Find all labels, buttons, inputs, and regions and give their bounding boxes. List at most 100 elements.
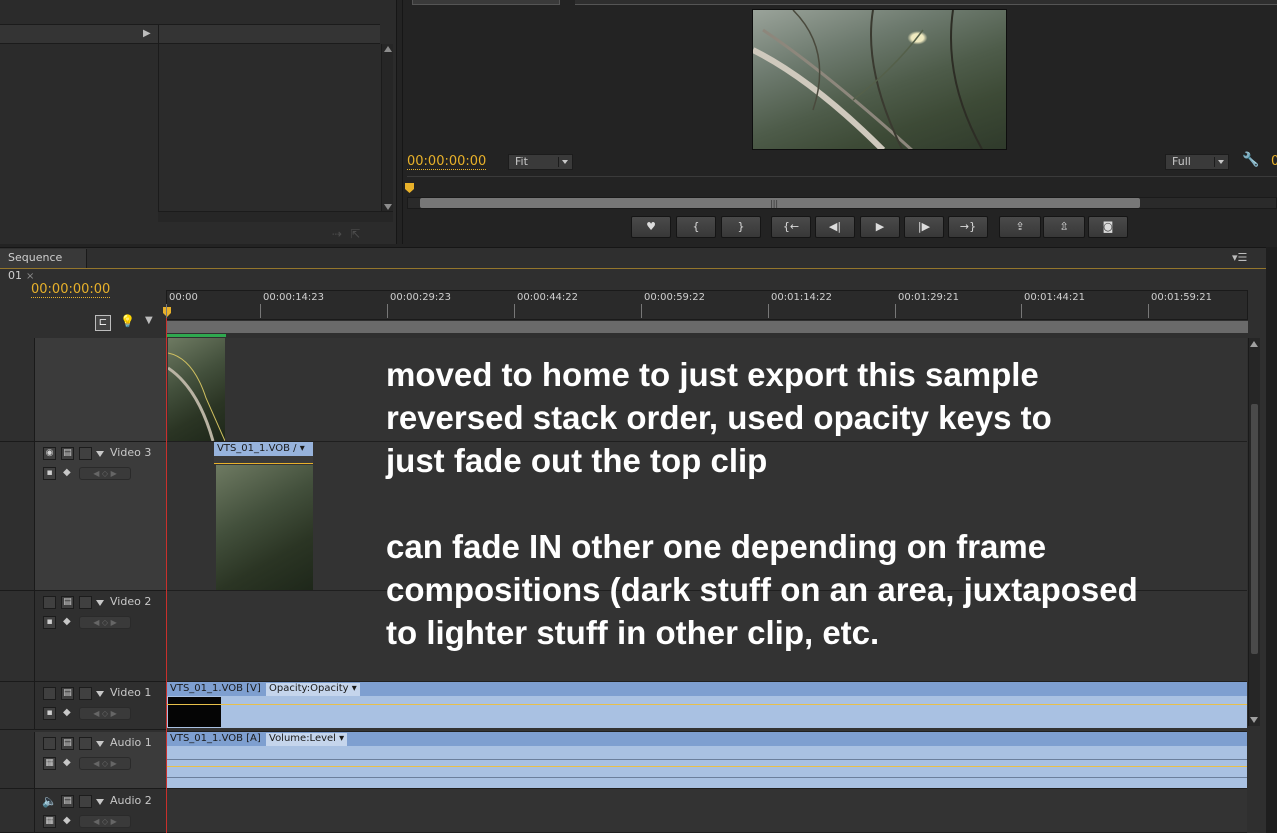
- waveform-icon[interactable]: ▦: [43, 815, 56, 828]
- mark-out-button[interactable]: }: [721, 216, 761, 238]
- timeline-time-ruler[interactable]: [166, 290, 1248, 320]
- mute-toggle[interactable]: [43, 737, 56, 750]
- mark-in-button[interactable]: {: [676, 216, 716, 238]
- video3-clip-label[interactable]: VTS_01_1.VOB / ▾: [214, 442, 313, 456]
- bin-icon[interactable]: ⇱: [350, 227, 368, 241]
- track-header-video4[interactable]: [35, 338, 166, 442]
- lock-icon[interactable]: ▤: [61, 795, 74, 808]
- chevron-right-icon[interactable]: ▶: [143, 28, 151, 39]
- keyframe-icon[interactable]: ◆: [63, 815, 71, 826]
- audio1-effect-select[interactable]: Volume:Level ▾: [266, 733, 348, 746]
- clip-name: VTS_01_1.VOB: [217, 443, 290, 454]
- video3-clip-thumbnail[interactable]: [216, 465, 313, 590]
- program-tab[interactable]: [412, 0, 560, 5]
- playback-resolution-select[interactable]: Full: [1165, 154, 1229, 170]
- step-back-button[interactable]: ◀|: [815, 216, 855, 238]
- keyframe-navigator[interactable]: ◀ ◇ ▶: [79, 707, 131, 720]
- lock-icon[interactable]: ▤: [61, 737, 74, 750]
- video1-clip-body[interactable]: [167, 696, 1247, 728]
- zoom-level-select[interactable]: Fit: [508, 154, 573, 170]
- eye-toggle[interactable]: [43, 596, 56, 609]
- wrench-icon[interactable]: 🔧: [1242, 152, 1259, 168]
- scroll-down-icon[interactable]: [1250, 717, 1258, 723]
- keyframe-navigator[interactable]: ◀ ◇ ▶: [79, 616, 131, 629]
- keyframe-icon[interactable]: ◆: [63, 616, 71, 627]
- add-marker-button[interactable]: ♥: [631, 216, 671, 238]
- chevron-down-icon[interactable]: [96, 451, 104, 457]
- track-name-audio2: Audio 2: [110, 794, 152, 807]
- keyframe-display-icon[interactable]: ▪: [43, 707, 56, 720]
- export-frame-button[interactable]: ◙: [1088, 216, 1128, 238]
- lock-icon[interactable]: ▤: [61, 687, 74, 700]
- keyframe-icon[interactable]: ◆: [63, 757, 71, 768]
- keyframe-display-icon[interactable]: ▪: [43, 467, 56, 480]
- ruler-tick-label: 00:00: [169, 292, 198, 303]
- lightbulb-icon[interactable]: 💡: [120, 314, 135, 328]
- video1-black-frame: [168, 697, 221, 727]
- waveform-icon[interactable]: ▦: [43, 757, 56, 770]
- opacity-rubberband[interactable]: [167, 704, 1247, 705]
- automate-icon[interactable]: ⇢: [332, 227, 350, 241]
- close-icon[interactable]: ×: [26, 271, 34, 282]
- lift-button[interactable]: ⇪: [999, 216, 1041, 238]
- chevron-down-icon[interactable]: [96, 691, 104, 697]
- project-vertical-scrollbar[interactable]: [381, 44, 393, 212]
- track-name-video3: Video 3: [110, 446, 152, 459]
- snap-icon[interactable]: ⊏: [95, 315, 111, 331]
- program-zoom-scroll-thumb[interactable]: [420, 198, 1140, 208]
- ruler-tick-label: 00:00:29:23: [390, 292, 452, 303]
- volume-rubberband[interactable]: [167, 766, 1247, 767]
- audio1-clip-body[interactable]: [167, 746, 1247, 788]
- marker-icon[interactable]: ▼: [145, 315, 153, 326]
- track-header-video3[interactable]: [35, 442, 166, 591]
- track-gutter: [0, 442, 35, 591]
- target-toggle[interactable]: [79, 596, 92, 609]
- program-timecode[interactable]: 00:00:00:00: [407, 154, 487, 170]
- chevron-down-icon[interactable]: [96, 600, 104, 606]
- window-edge: [1266, 247, 1277, 833]
- extract-button[interactable]: ⇫: [1043, 216, 1085, 238]
- video4-clip-thumbnail[interactable]: [167, 338, 226, 442]
- chevron-down-icon: [1214, 157, 1226, 167]
- target-toggle[interactable]: [79, 737, 92, 750]
- video1-effect-select[interactable]: Opacity:Opacity ▾: [266, 683, 360, 696]
- target-toggle[interactable]: [79, 795, 92, 808]
- target-toggle[interactable]: [79, 687, 92, 700]
- go-to-out-button[interactable]: →}: [948, 216, 988, 238]
- chevron-down-icon[interactable]: [96, 799, 104, 805]
- keyframe-icon[interactable]: ◆: [63, 707, 71, 718]
- track-name-audio1: Audio 1: [110, 736, 152, 749]
- program-video-frame: [752, 9, 1007, 150]
- lock-icon[interactable]: ▤: [61, 596, 74, 609]
- chevron-down-icon[interactable]: / ▾: [293, 443, 305, 454]
- project-horizontal-scrollbar[interactable]: [158, 211, 393, 222]
- keyframe-navigator[interactable]: ◀ ◇ ▶: [79, 467, 131, 480]
- eye-icon[interactable]: ◉: [43, 447, 56, 460]
- tab-sequence-01[interactable]: Sequence 01 ×: [0, 249, 87, 282]
- keyframe-display-icon[interactable]: ▪: [43, 616, 56, 629]
- target-toggle[interactable]: [79, 447, 92, 460]
- lock-icon[interactable]: ▤: [61, 447, 74, 460]
- scroll-up-icon[interactable]: [1250, 341, 1258, 347]
- keyframe-icon[interactable]: ◆: [63, 467, 71, 478]
- panel-menu-icon[interactable]: ▾☰: [1232, 251, 1247, 264]
- step-back-icon: ◀|: [828, 220, 842, 233]
- work-area-bar[interactable]: [166, 321, 1248, 333]
- project-list-header[interactable]: [0, 24, 380, 44]
- track-lane-audio2[interactable]: [167, 789, 1247, 833]
- keyframe-navigator[interactable]: ◀ ◇ ▶: [79, 815, 131, 828]
- sequence-timecode[interactable]: 00:00:00:00: [31, 282, 111, 298]
- step-forward-button[interactable]: |▶: [904, 216, 944, 238]
- timeline-vertical-scrollbar[interactable]: [1248, 338, 1260, 726]
- ruler-tick-mark: [1148, 304, 1149, 318]
- ruler-tick-mark: [1021, 304, 1022, 318]
- eye-toggle[interactable]: [43, 687, 56, 700]
- column-divider[interactable]: [158, 24, 159, 222]
- go-to-in-button[interactable]: {←: [771, 216, 811, 238]
- program-time-ruler[interactable]: [407, 176, 1277, 196]
- speaker-icon[interactable]: 🔈: [42, 794, 57, 808]
- chevron-down-icon[interactable]: [96, 741, 104, 747]
- play-button[interactable]: ▶: [860, 216, 900, 238]
- keyframe-navigator[interactable]: ◀ ◇ ▶: [79, 757, 131, 770]
- grip-icon: |||: [770, 199, 779, 208]
